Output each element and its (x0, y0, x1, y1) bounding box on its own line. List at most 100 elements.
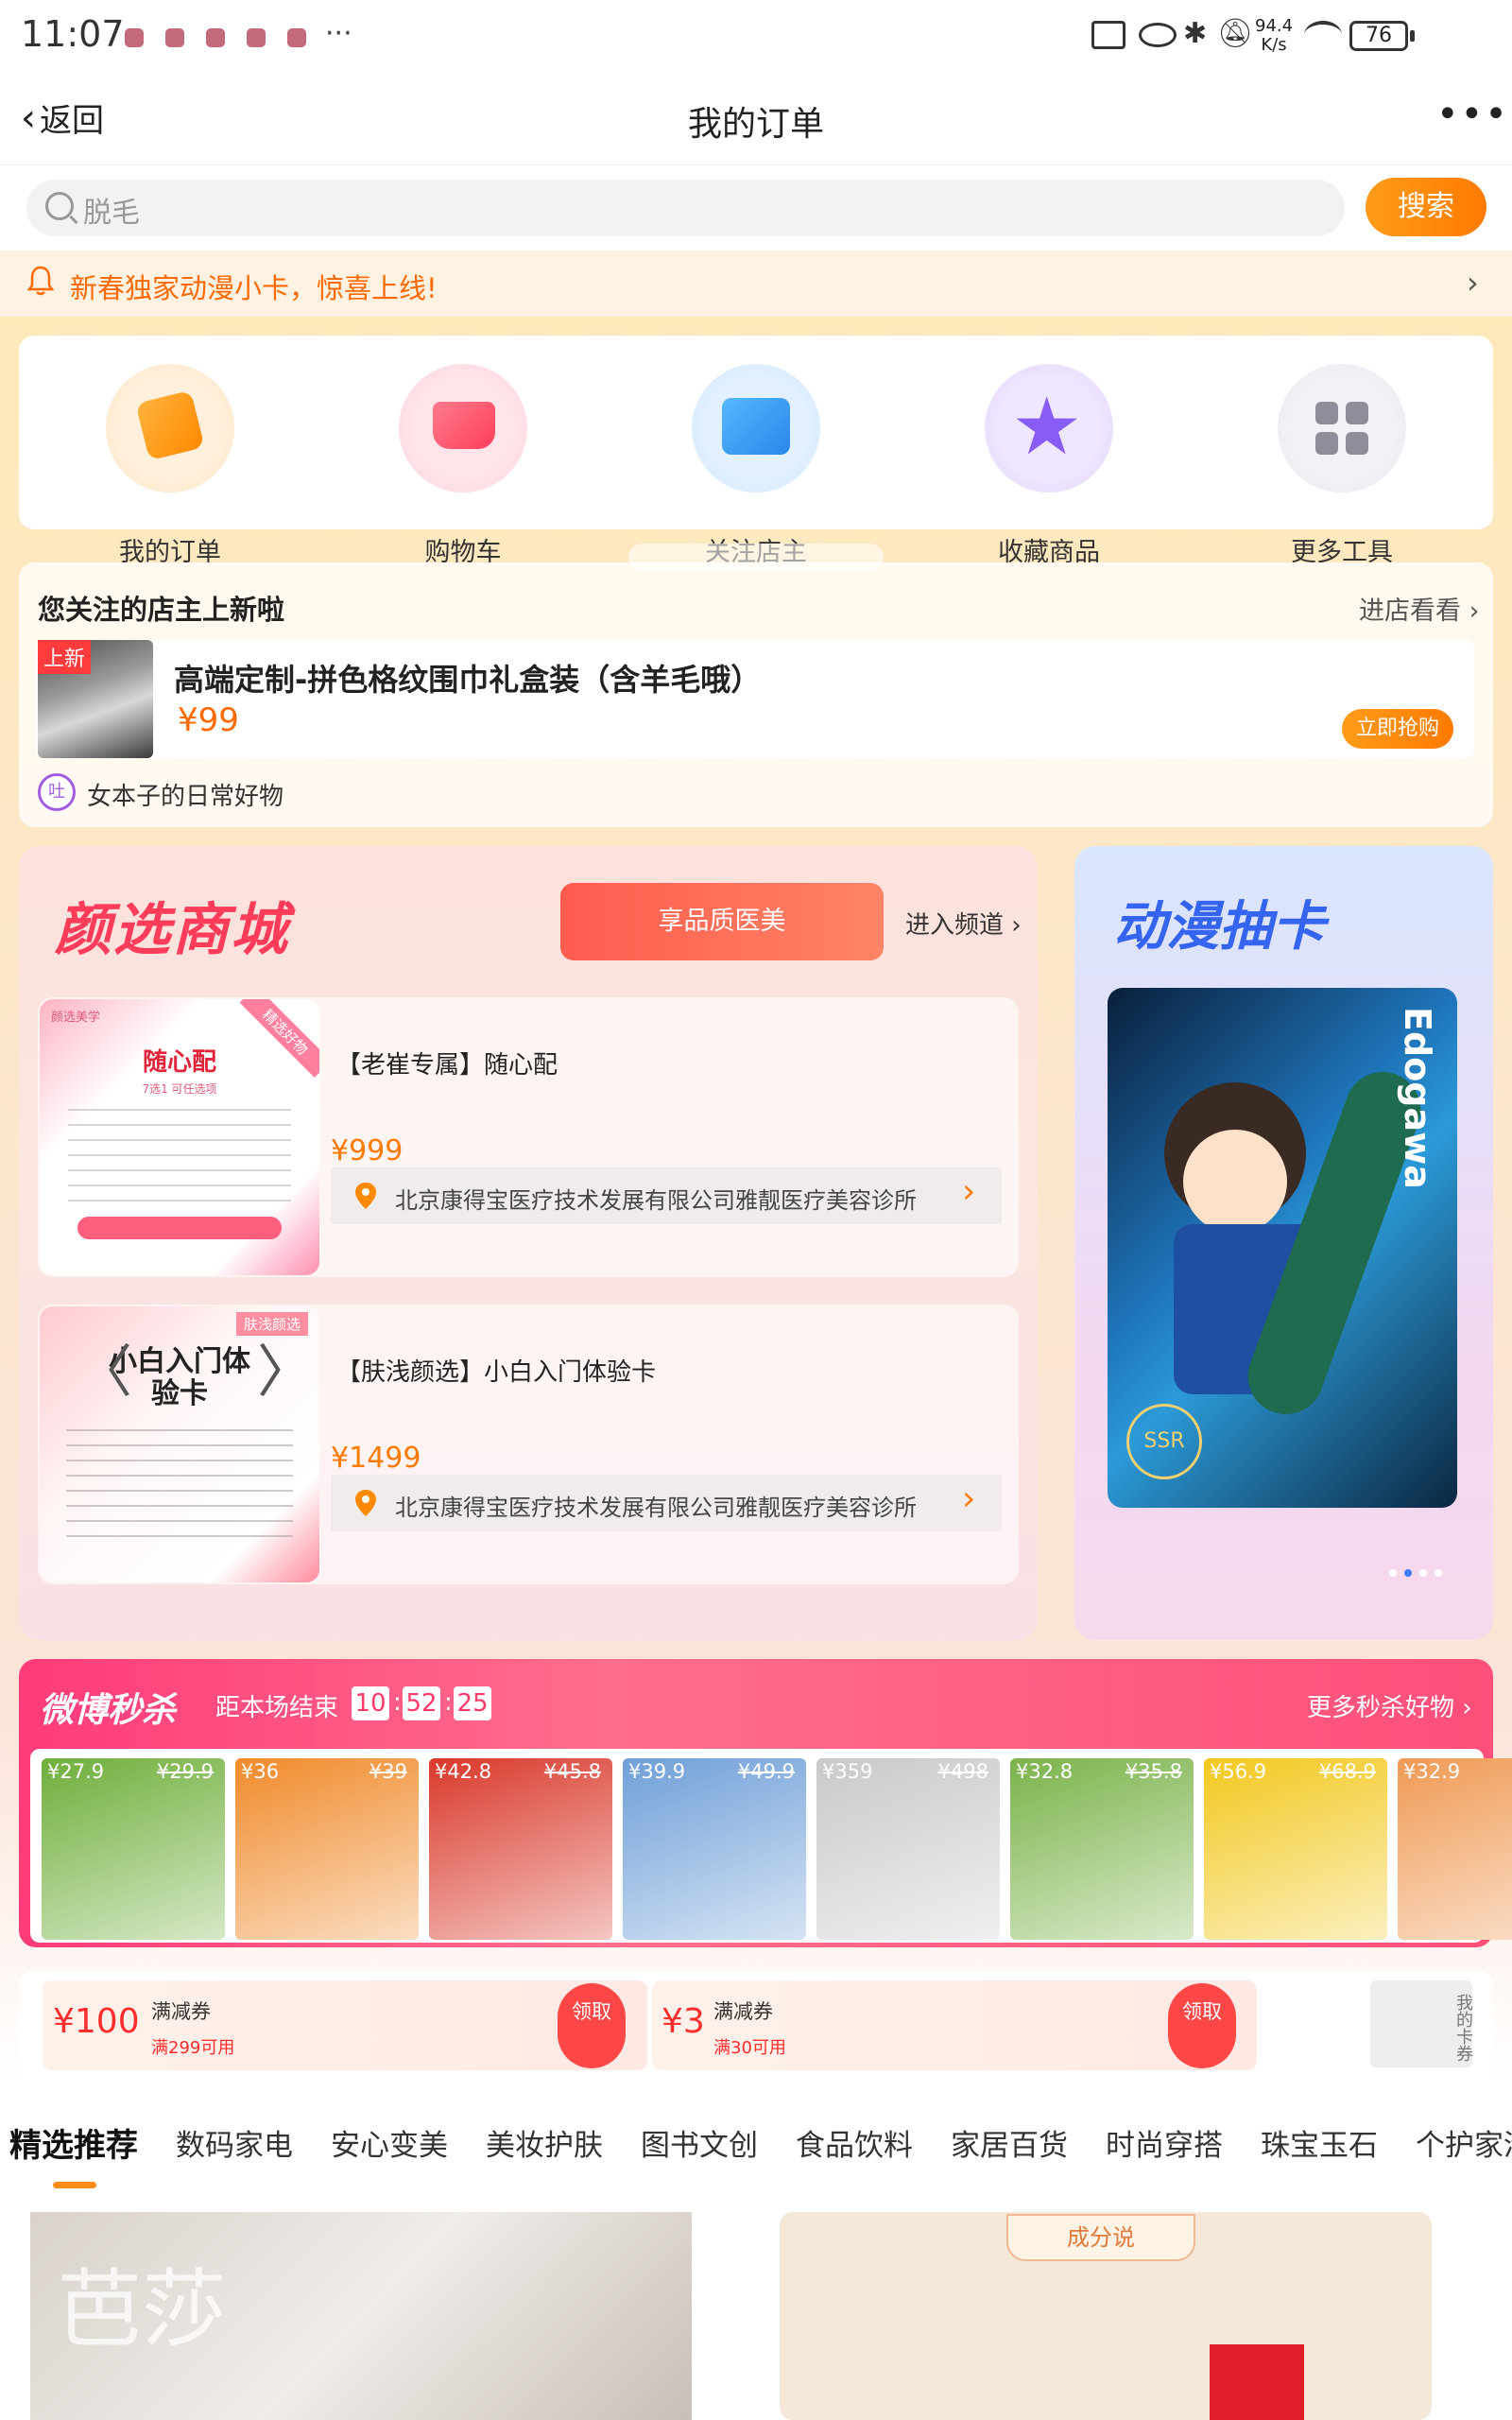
app-notification-icon (206, 28, 225, 47)
claim-coupon-button[interactable]: 领取 (558, 1983, 626, 2068)
deal-title: 【肤浅颜选】小白入门体验卡 (336, 1358, 657, 1387)
buy-now-button[interactable]: 立即抢购 (1342, 709, 1453, 749)
flash-ends-label: 距本场结束 (215, 1694, 339, 1722)
character-face (1183, 1130, 1287, 1234)
category-tab[interactable]: 珠宝玉石 (1261, 2103, 1387, 2193)
flash-sale-item[interactable]: ¥39.9 ¥49.9 (623, 1758, 806, 1940)
category-tab[interactable]: 食品饮料 (796, 2103, 922, 2193)
net-speed-unit: K/s (1261, 35, 1287, 55)
carousel-dot (1435, 1569, 1442, 1577)
deal-price: ¥1499 (331, 1442, 421, 1475)
mall-logo: 颜选商城 (55, 897, 289, 963)
deal-image-price-tag (77, 1217, 282, 1239)
app-notification-icon (165, 28, 184, 47)
search-placeholder: 脱毛 (83, 197, 140, 230)
flash-price: ¥32.9 (1403, 1760, 1461, 1783)
notice-text: 新春独家动漫小卡，惊喜上线! (70, 272, 438, 304)
mute-icon: 🔕︎ (1217, 17, 1254, 50)
app-notification-icon (125, 28, 144, 47)
coupon-type: 满减券 (151, 2000, 211, 2023)
category-tab[interactable]: 精选推荐 (9, 2103, 147, 2193)
flash-sale-item[interactable]: ¥359 ¥498 (816, 1758, 1000, 1940)
feed-card[interactable]: 成分说 (770, 2203, 1493, 2420)
category-tabs: 精选推荐数码家电安心变美美妆护肤图书文创食品饮料家居百货时尚穿搭珠宝玉石个护家清 (0, 2103, 1512, 2193)
flash-price: ¥42.8 (435, 1760, 492, 1783)
product-price: ¥99 (178, 701, 239, 739)
flash-sale-item[interactable]: ¥32.8 ¥35.8 (1010, 1758, 1194, 1940)
coupon-type: 满减券 (713, 2000, 773, 2023)
flash-sale-item[interactable]: ¥56.9 ¥68.9 (1204, 1758, 1387, 1940)
deal-image: 颜选美学 精选好物 随心配 7选1 可任选项 (40, 999, 319, 1275)
enter-channel-label: 进入频道 (905, 911, 1005, 940)
cast-icon (1091, 21, 1125, 49)
my-coupons-button[interactable]: 我的卡券 (1370, 1980, 1473, 2067)
anime-card-image[interactable]: Edogawa SSR (1108, 988, 1457, 1508)
bell-icon (26, 266, 55, 296)
tool-more[interactable] (1247, 364, 1436, 493)
deal-image-note: 7选1 可任选项 (142, 1082, 217, 1096)
category-tab[interactable]: 安心变美 (331, 2103, 457, 2193)
network-speed: 94.4 K/s (1255, 17, 1293, 55)
chevron-right-icon: › (1467, 265, 1479, 301)
category-tab[interactable]: 个护家清 (1416, 2103, 1512, 2193)
flash-original-price: ¥49.9 (737, 1760, 795, 1783)
feed-card[interactable]: 芭莎 (19, 2203, 742, 2420)
more-flash-deals-link[interactable]: 更多秒杀好物 › (1307, 1688, 1472, 1723)
flash-original-price: ¥35.8 (1125, 1760, 1182, 1783)
flash-original-price: ¥29.9 (156, 1760, 214, 1783)
search-input[interactable] (26, 180, 1345, 236)
flash-price: ¥36 (241, 1760, 280, 1783)
flash-sale-item[interactable]: ¥27.9 ¥29.9 (42, 1758, 225, 1940)
ssr-badge: SSR (1126, 1404, 1202, 1479)
category-tab[interactable]: 图书文创 (641, 2103, 767, 2193)
store-update-title: 您关注的店主上新啦 (38, 594, 285, 626)
location-pin-icon (355, 1183, 376, 1209)
deal-price: ¥999 (331, 1134, 404, 1167)
tool-followed-stores[interactable] (662, 364, 850, 493)
category-tab[interactable]: 家居百货 (951, 2103, 1077, 2193)
bluetooth-icon: ✱ (1183, 17, 1208, 50)
card-name: Edogawa (1397, 1007, 1438, 1189)
chevron-right-icon: › (962, 1479, 976, 1518)
more-options-icon[interactable]: ••• (1436, 93, 1509, 136)
more-notifications-icon: ··· (325, 17, 352, 50)
carousel-dot (1389, 1569, 1397, 1577)
bracket-left-icon: 〈 (76, 1340, 132, 1406)
shop-avatar[interactable]: 吐 (38, 773, 76, 811)
enter-channel-link[interactable]: 进入频道 › (905, 906, 1022, 941)
flash-sale-item[interactable]: ¥42.8 ¥45.8 (429, 1758, 612, 1940)
eye-icon (1139, 23, 1177, 47)
bracket-right-icon: 〉 (257, 1340, 314, 1406)
active-tab-indicator (53, 2182, 96, 2188)
countdown-minutes: 52 (403, 1686, 440, 1720)
cart-icon (399, 364, 527, 493)
clinic-name: 北京康得宝医疗技术发展有限公司雅靓医疗美容诊所 (395, 1187, 917, 1214)
app-notification-icon (247, 28, 266, 47)
feed-overlay-text: 成分说 (1006, 2214, 1195, 2261)
page-title: 我的订单 (687, 105, 824, 144)
visit-store-link[interactable]: 进店看看 › (1359, 590, 1479, 627)
deal-image: 肤浅颜选 小白入门体验卡 〈 〉 (40, 1306, 319, 1582)
deal-image-text (68, 1109, 291, 1203)
search-button[interactable]: 搜索 (1366, 178, 1486, 236)
shop-name[interactable]: 女本子的日常好物 (87, 777, 284, 812)
mall-tab-medical-beauty[interactable]: 享品质医美 (560, 883, 884, 960)
tool-favorites[interactable]: ★ (954, 364, 1143, 493)
tool-cart[interactable] (369, 364, 558, 493)
location-pin-icon (355, 1490, 376, 1516)
anime-logo: 动漫抽卡 (1113, 896, 1325, 958)
category-tab[interactable]: 时尚穿搭 (1106, 2103, 1232, 2193)
tool-my-orders[interactable] (76, 364, 265, 493)
flash-sale-item[interactable]: ¥36 ¥39 (235, 1758, 419, 1940)
category-tab[interactable]: 数码家电 (176, 2103, 302, 2193)
new-badge: 上新 (38, 640, 92, 674)
deal-brand: 颜选美学 (51, 1011, 101, 1025)
category-tab[interactable]: 美妆护肤 (486, 2103, 612, 2193)
flash-original-price: ¥45.8 (543, 1760, 601, 1783)
flash-sale-logo: 微博秒杀 (40, 1691, 177, 1730)
status-time: 11:07 (21, 13, 125, 55)
deal-title: 【老崔专属】随心配 (336, 1051, 558, 1080)
flash-original-price: ¥68.9 (1318, 1760, 1376, 1783)
claim-coupon-button[interactable]: 领取 (1168, 1983, 1236, 2068)
flash-sale-item[interactable]: ¥32.9 (1398, 1758, 1512, 1940)
